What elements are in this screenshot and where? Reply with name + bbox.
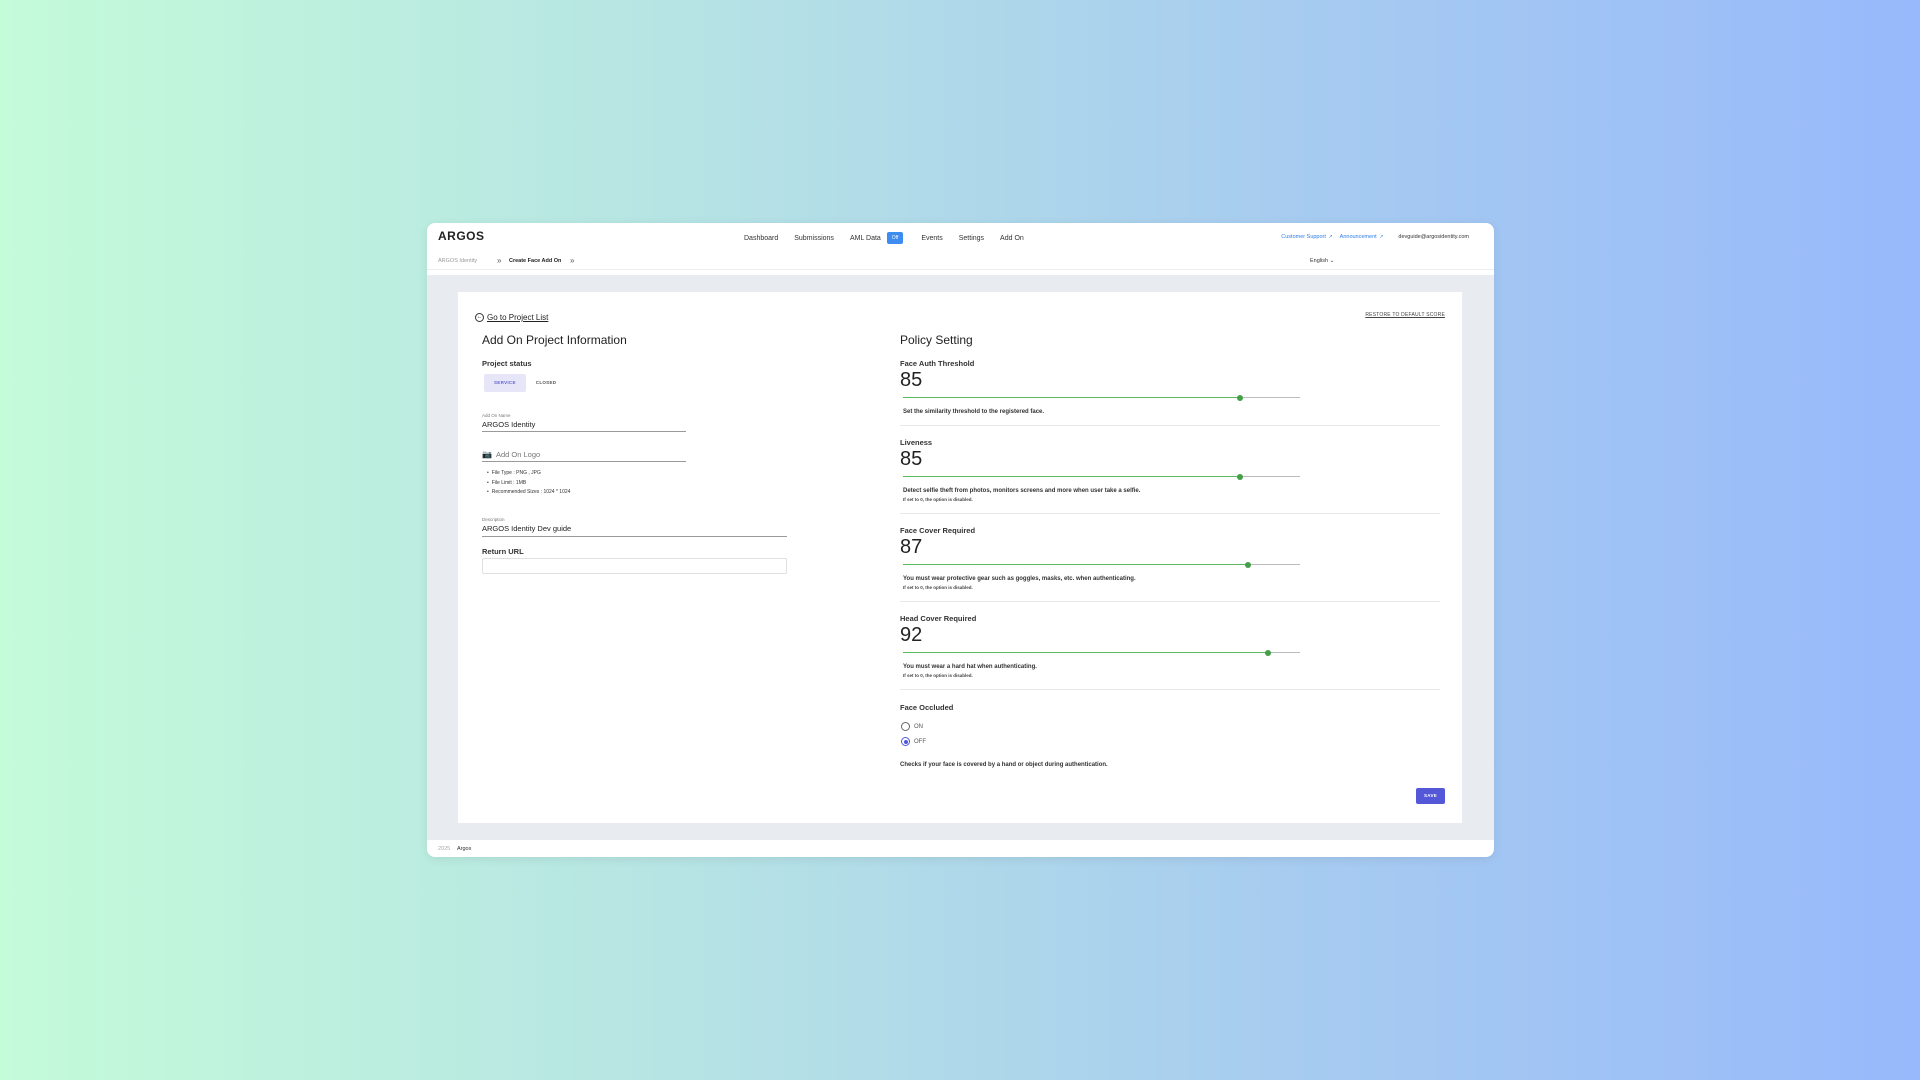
slider-handle[interactable] — [1265, 649, 1272, 656]
section-divider — [900, 601, 1440, 602]
app-logo[interactable]: ARGOS — [438, 229, 485, 243]
external-link-icon: ↗ — [1328, 234, 1333, 240]
nav-add-on[interactable]: Add On — [1000, 235, 1024, 242]
chevron-down-icon: ⌄ — [1329, 258, 1335, 264]
policy-note: If set to 0, the option is disabled. — [903, 497, 973, 502]
customer-support-link[interactable]: Customer Support ↗ — [1281, 234, 1332, 240]
nav-settings[interactable]: Settings — [959, 235, 984, 242]
face-occluded-on-option[interactable]: ON — [901, 722, 923, 731]
aml-status-badge: Off — [886, 232, 904, 244]
slider-fill — [903, 564, 1249, 565]
project-status-label: Project status — [482, 359, 532, 368]
head-cover-slider[interactable] — [903, 649, 1300, 656]
nav-events[interactable]: Events — [921, 235, 942, 242]
face-occluded-description: Checks if your face is covered by a hand… — [900, 762, 1108, 768]
arrow-left-circle-icon: ← — [475, 313, 484, 322]
back-link-label: Go to Project List — [487, 313, 549, 322]
top-right-links: Customer Support ↗ Announcement ↗ devgui… — [1274, 234, 1469, 240]
breadcrumb-root[interactable]: ARGOS Identity — [438, 258, 477, 264]
form-card: ← Go to Project List RESTORE TO DEFAULT … — [458, 292, 1462, 823]
threshold-slider[interactable] — [903, 394, 1300, 401]
save-button[interactable]: SAVE — [1416, 788, 1445, 804]
face-occluded-title: Face Occluded — [900, 703, 954, 712]
restore-default-score-button[interactable]: RESTORE TO DEFAULT SCORE — [1365, 312, 1445, 318]
section-divider — [900, 425, 1440, 426]
slider-fill — [903, 476, 1241, 477]
liveness-slider[interactable] — [903, 473, 1300, 480]
description-label: Description — [482, 517, 505, 522]
face-occluded-off-option[interactable]: OFF — [901, 737, 926, 746]
main-nav: Dashboard Submissions AML Data Off Event… — [744, 232, 1024, 244]
footer-brand[interactable]: Argos — [457, 846, 471, 852]
breadcrumb-current: Create Face Add On — [509, 258, 562, 264]
announcement-label: Announcement — [1339, 234, 1377, 240]
slider-handle[interactable] — [1245, 561, 1252, 568]
radio-label: ON — [914, 723, 923, 730]
description-field[interactable]: Description ARGOS Identity Dev guide — [482, 517, 787, 537]
logo-requirements-list: File Type : PNG , JPG File Limit : 1MB R… — [487, 470, 571, 499]
list-item: File Type : PNG , JPG — [487, 470, 570, 476]
policy-note: If set to 0, the option is disabled. — [903, 585, 973, 590]
status-service-option[interactable]: SERVICE — [484, 374, 526, 392]
nav-aml-data[interactable]: AML Data Off — [849, 232, 904, 244]
announcement-link[interactable]: Announcement ↗ — [1340, 234, 1384, 240]
list-item: Recommended Sizes : 1024 * 1024 — [487, 489, 571, 495]
language-select[interactable]: English ⌄ — [1310, 258, 1334, 264]
slider-handle[interactable] — [1237, 473, 1244, 480]
add-on-logo-upload[interactable]: 📷 Add On Logo — [482, 448, 686, 462]
radio-checked-icon — [901, 737, 910, 746]
description-value: ARGOS Identity Dev guide — [482, 524, 572, 533]
main-content: ← Go to Project List RESTORE TO DEFAULT … — [427, 275, 1494, 840]
slider-handle[interactable] — [1237, 394, 1244, 401]
slider-fill — [903, 397, 1241, 398]
add-on-name-label: Add On Name — [482, 413, 511, 418]
user-email[interactable]: devguide@argosidentity.com — [1398, 234, 1469, 240]
policy-title: Face Cover Required — [900, 526, 976, 535]
policy-description: You must wear a hard hat when authentica… — [903, 664, 1037, 670]
add-on-name-field[interactable]: Add On Name ARGOS Identity — [482, 413, 686, 432]
policy-value: 87 — [900, 536, 923, 558]
policy-description: You must wear protective gear such as go… — [903, 576, 1136, 582]
list-item: File Limit : 1MB — [487, 480, 570, 486]
nav-aml-data-label: AML Data — [849, 234, 881, 242]
policy-description: Set the similarity threshold to the regi… — [903, 409, 1045, 415]
policy-description: Detect selfie theft from photos, monitor… — [903, 488, 1141, 494]
radio-unchecked-icon — [901, 722, 910, 731]
camera-icon: 📷 — [482, 450, 492, 459]
breadcrumb-bar: ARGOS Identity » Create Face Add On » En… — [427, 253, 1494, 270]
policy-value: 92 — [900, 624, 923, 646]
policy-title: Head Cover Required — [900, 614, 977, 623]
policy-setting-title: Policy Setting — [900, 333, 973, 347]
policy-title: Liveness — [900, 438, 933, 447]
footer: 2025 Argos — [427, 840, 1494, 857]
app-window: ARGOS Dashboard Submissions AML Data Off… — [427, 223, 1494, 857]
footer-year: 2025 — [438, 846, 451, 852]
add-on-name-value: ARGOS Identity — [482, 420, 536, 429]
policy-value: 85 — [900, 448, 923, 470]
status-closed-option[interactable]: CLOSED — [526, 374, 567, 392]
face-cover-slider[interactable] — [903, 561, 1300, 568]
top-navigation-bar: ARGOS Dashboard Submissions AML Data Off… — [427, 223, 1494, 253]
slider-fill — [903, 652, 1269, 653]
policy-note: If set to 0, the option is disabled. — [903, 673, 973, 678]
section-divider — [900, 689, 1440, 690]
add-on-logo-label: Add On Logo — [495, 450, 541, 459]
nav-dashboard[interactable]: Dashboard — [744, 235, 778, 242]
customer-support-label: Customer Support — [1281, 234, 1326, 240]
radio-label: OFF — [914, 738, 926, 745]
nav-submissions[interactable]: Submissions — [794, 235, 834, 242]
return-url-label: Return URL — [482, 547, 524, 556]
policy-title: Face Auth Threshold — [900, 359, 975, 368]
project-info-title: Add On Project Information — [482, 333, 627, 347]
go-to-project-list-link[interactable]: ← Go to Project List — [475, 313, 548, 322]
language-label: English — [1310, 258, 1329, 264]
external-link-icon: ↗ — [1379, 234, 1384, 240]
policy-value: 85 — [900, 369, 923, 391]
return-url-input[interactable] — [482, 558, 787, 574]
chevron-right-icon: » — [570, 256, 575, 265]
project-status-toggle: SERVICE CLOSED — [484, 374, 566, 392]
section-divider — [900, 513, 1440, 514]
chevron-right-icon: » — [497, 256, 502, 265]
